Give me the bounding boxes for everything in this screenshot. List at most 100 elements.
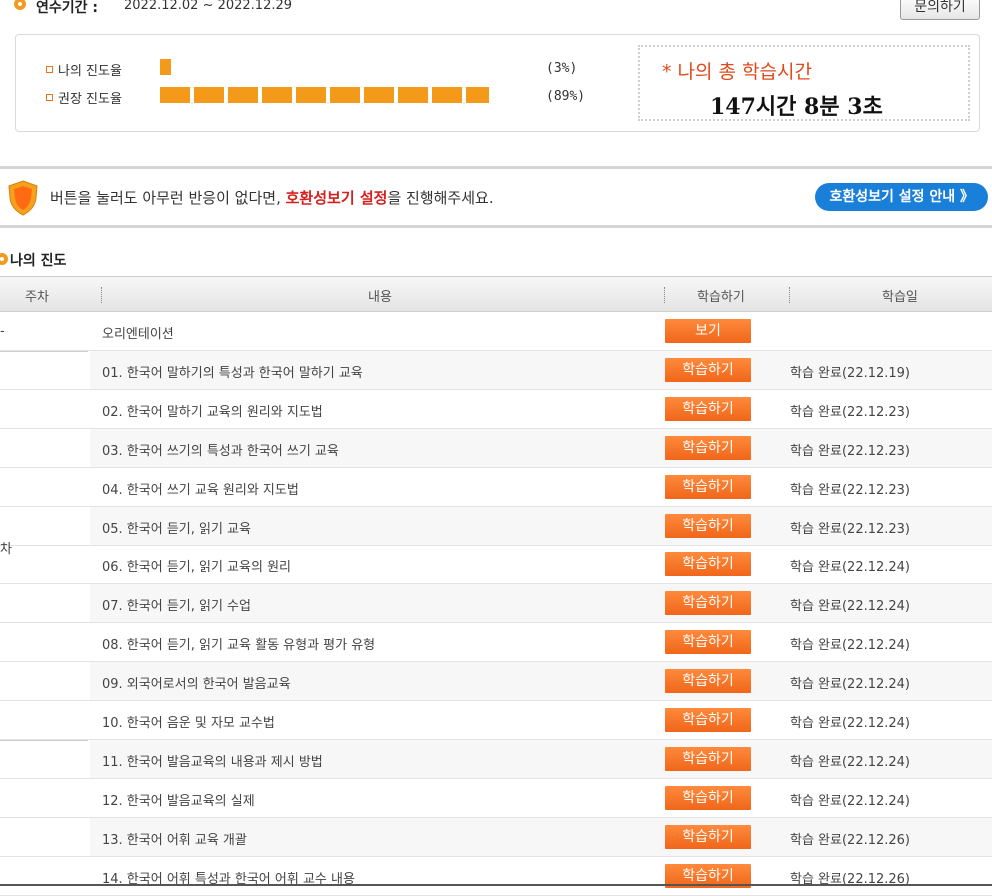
period-value: 2022.12.02 ~ 2022.12.29 [124,0,293,13]
table-row: 13. 한국어 어휘 교육 개괄 학습하기 학습 완료(22.12.26) [0,817,992,857]
lesson-title: 12. 한국어 발음교육의 실제 [102,793,255,809]
table-row: 06. 한국어 듣기, 읽기 교육의 원리 학습하기 학습 완료(22.12.24) [0,545,992,585]
table-row: 07. 한국어 듣기, 읽기 수업 학습하기 학습 완료(22.12.24) [0,584,992,624]
study-button[interactable]: 학습하기 [665,630,751,655]
completion-status: 학습 완료(22.12.24) [790,793,911,809]
table-row: 11. 한국어 발음교육의 내용과 제시 방법 학습하기 학습 완료(22.12.2… [0,739,992,779]
total-study-time-value: 147시간 8분 3초 [710,94,883,120]
lesson-title: 09. 외국어로서의 한국어 발음교육 [102,677,291,693]
progress-bar-segment [398,87,428,103]
lesson-title: 오리엔테이션 [102,327,174,342]
recommended-progress-label: 권장 진도율 [58,92,122,107]
completion-status: 학습 완료(22.12.19) [790,365,911,381]
header-date: 학습일 [882,290,918,305]
study-button[interactable]: 학습하기 [665,746,751,771]
table-row: 08. 한국어 듣기, 읽기 교육 활동 유형과 평가 유형 학습하기 학습 완료(… [0,623,992,663]
week-label-group: 차 [0,542,12,557]
lesson-title: 02. 한국어 말하기 교육의 원리와 지도법 [102,404,323,420]
study-button[interactable]: 학습하기 [665,396,751,421]
table-row: 12. 한국어 발음교육의 실제 학습하기 학습 완료(22.12.24) [0,779,992,818]
completion-status: 학습 완료(22.12.23) [790,482,911,498]
study-button[interactable]: 학습하기 [665,824,751,849]
table-row: 10. 한국어 음운 및 자모 교수법 학습하기 학습 완료(22.12.24) [0,701,992,740]
progress-bar-segment [432,87,462,103]
progress-bar-segment [364,87,394,103]
progress-box: 나의 진도율 (3%) 권장 진도율 (89%) * 나의 총 학습시간 147… [15,34,980,132]
table-row: 14. 한국어 어휘 특성과 한국어 어휘 교수 내용 학습하기 학습 완료(22.… [0,857,992,896]
study-button[interactable]: 학습하기 [665,474,751,499]
table-row: 오리엔테이션 보기 [0,312,992,351]
completion-status: 학습 완료(22.12.24) [790,599,911,615]
total-study-time-title: * 나의 총 학습시간 [662,61,812,83]
compatibility-notice: 버튼을 눌러도 아무런 반응이 없다면, 호환성보기 설정을 진행해주세요. 호… [0,166,992,228]
lesson-title: 07. 한국어 듣기, 읽기 수업 [102,599,251,615]
period-row: 연수기간 : 2022.12.02 ~ 2022.12.29 문의하기 [0,0,992,22]
lesson-title: 06. 한국어 듣기, 읽기 교육의 원리 [102,560,291,576]
completion-status: 학습 완료(22.12.24) [790,716,911,731]
table-header: 주차 내용 학습하기 학습일 [0,276,992,312]
study-button[interactable]: 학습하기 [665,357,751,382]
progress-bar-segment [466,87,489,103]
study-button[interactable]: 학습하기 [665,513,751,538]
table-row: 03. 한국어 쓰기의 특성과 한국어 쓰기 교육 학습하기 학습 완료(22.12… [0,428,992,468]
table-row: 01. 한국어 말하기의 특성과 한국어 말하기 교육 학습하기 학습 완료(22.… [0,350,992,390]
study-button[interactable]: 학습하기 [665,708,751,732]
my-progress-bar [160,59,530,75]
lesson-title: 01. 한국어 말하기의 특성과 한국어 말하기 교육 [102,365,363,381]
my-progress-percent: (3%) [546,61,578,76]
notice-text: 버튼을 눌러도 아무런 반응이 없다면, 호환성보기 설정을 진행해주세요. [50,189,494,207]
bullet-icon [14,0,26,10]
table-row: 05. 한국어 듣기, 읽기 교육 학습하기 학습 완료(22.12.23) [0,506,992,546]
completion-status: 학습 완료(22.12.24) [790,677,911,693]
study-button[interactable]: 학습하기 [665,669,751,694]
total-study-time-box: * 나의 총 학습시간 147시간 8분 3초 [638,45,970,121]
lesson-title: 05. 한국어 듣기, 읽기 교육 [102,521,251,537]
recommended-progress-bar [160,87,530,103]
week-group-divider [0,350,88,352]
table-row: 02. 한국어 말하기 교육의 원리와 지도법 학습하기 학습 완료(22.12.2… [0,390,992,429]
study-button[interactable]: 학습하기 [665,552,751,577]
shield-icon [8,180,38,216]
inquiry-button[interactable]: 문의하기 [900,0,980,20]
row-background [90,312,992,350]
completion-status: 학습 완료(22.12.24) [790,560,911,576]
compatibility-guide-button[interactable]: 호환성보기 설정 안내 》 [815,183,988,211]
my-progress-label: 나의 진도율 [58,64,122,79]
table-row: 04. 한국어 쓰기 교육 원리와 지도법 학습하기 학습 완료(22.12.23) [0,468,992,507]
lesson-title: 03. 한국어 쓰기의 특성과 한국어 쓰기 교육 [102,443,339,459]
completion-status: 학습 완료(22.12.23) [790,443,911,459]
study-button[interactable]: 학습하기 [665,785,751,810]
header-divider [664,287,665,303]
progress-bar-segment [296,87,326,103]
table-row: 09. 외국어로서의 한국어 발음교육 학습하기 학습 완료(22.12.24) [0,662,992,702]
progress-bar-segment [228,87,258,103]
progress-bar-segment [330,87,360,103]
lesson-title: 10. 한국어 음운 및 자모 교수법 [102,716,275,731]
progress-bar-segment [160,59,171,75]
view-button[interactable]: 보기 [665,319,751,343]
lesson-title: 04. 한국어 쓰기 교육 원리와 지도법 [102,482,299,498]
section-title: 나의 진도 [10,253,67,269]
table-bottom-rule [0,884,992,886]
lesson-title: 11. 한국어 발음교육의 내용과 제시 방법 [102,754,323,770]
completion-status: 학습 완료(22.12.24) [790,754,911,770]
completion-status: 학습 완료(22.12.23) [790,521,911,537]
progress-bar-segment [160,87,190,103]
header-week: 주차 [25,290,49,305]
study-button[interactable]: 학습하기 [665,591,751,616]
completion-status: 학습 완료(22.12.23) [790,404,911,420]
recommended-progress-percent: (89%) [546,89,586,104]
lesson-title: 13. 한국어 어휘 교육 개괄 [102,832,247,848]
square-bullet-icon [46,66,53,73]
week-label-orientation: - [0,324,5,339]
bullet-icon [0,253,8,265]
week-group-divider [0,739,88,741]
lesson-title: 08. 한국어 듣기, 읽기 교육 활동 유형과 평가 유형 [102,638,376,654]
study-button[interactable]: 학습하기 [665,435,751,460]
header-divider [789,287,790,303]
completion-status: 학습 완료(22.12.24) [790,638,911,654]
progress-bar-segment [194,87,224,103]
period-label: 연수기간 : [36,0,98,16]
header-content: 내용 [368,290,392,305]
completion-status: 학습 완료(22.12.26) [790,832,911,848]
